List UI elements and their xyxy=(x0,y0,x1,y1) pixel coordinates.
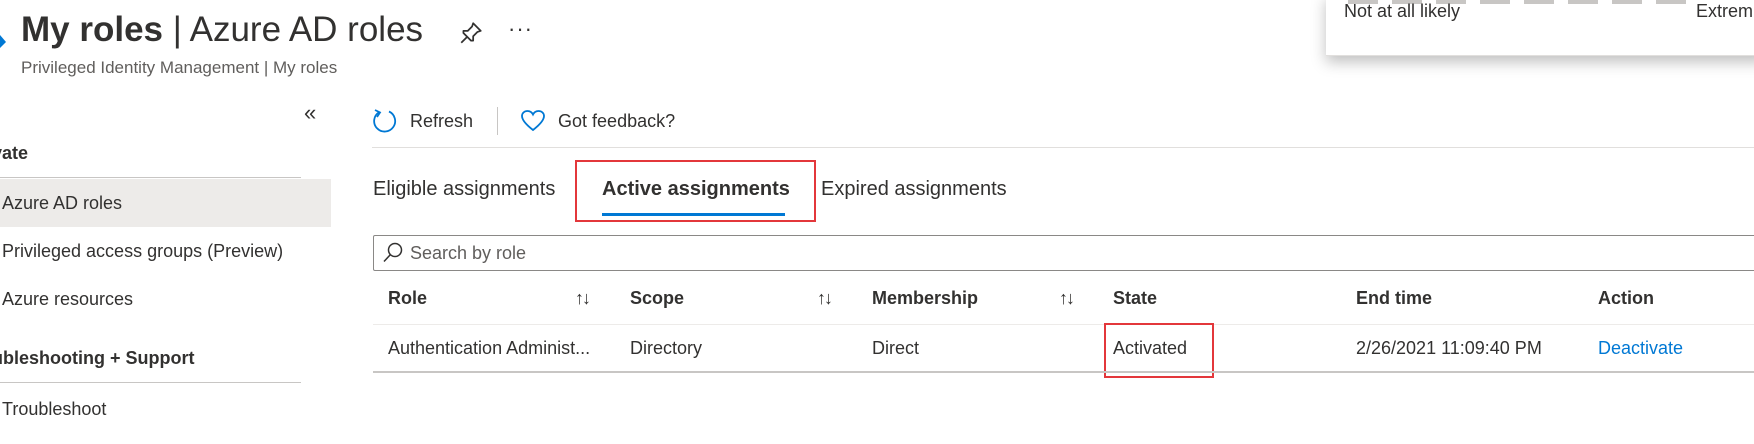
tab-eligible-assignments[interactable]: Eligible assignments xyxy=(373,178,555,201)
page-title: My roles | Azure AD roles xyxy=(21,10,423,50)
feedback-label: Got feedback? xyxy=(558,110,676,131)
column-header-scope[interactable]: Scope xyxy=(630,288,684,309)
sort-scope-icon[interactable]: ↑↓ xyxy=(817,288,833,309)
toolbar-separator xyxy=(497,107,499,135)
feedback-button[interactable]: Got feedback? xyxy=(520,109,675,133)
search-input[interactable] xyxy=(410,240,1210,266)
column-header-membership[interactable]: Membership xyxy=(872,288,978,309)
search-icon xyxy=(383,242,403,263)
refresh-icon xyxy=(373,109,396,133)
column-header-end-time: End time xyxy=(1356,288,1433,308)
sidebar-divider xyxy=(0,382,301,383)
collapse-sidebar-button[interactable]: « xyxy=(304,100,316,126)
cell-scope: Directory xyxy=(630,338,703,358)
sidebar-section-activate: vate xyxy=(0,143,29,163)
deactivate-link[interactable]: Deactivate xyxy=(1598,338,1683,359)
sidebar-section-troubleshooting: ubleshooting + Support xyxy=(0,348,195,368)
cell-membership: Direct xyxy=(872,338,920,358)
more-options-button[interactable]: ··· xyxy=(508,16,533,42)
sidebar-item-troubleshoot[interactable]: Troubleshoot xyxy=(0,385,331,433)
azure-logo-icon xyxy=(0,35,6,48)
search-box[interactable] xyxy=(373,235,1754,271)
column-header-action: Action xyxy=(1598,288,1654,308)
rating-low-label: Not at all likely xyxy=(1344,1,1461,21)
breadcrumb: Privileged Identity Management | My role… xyxy=(21,58,338,77)
sort-role-icon[interactable]: ↑↓ xyxy=(575,288,591,309)
heart-icon xyxy=(521,110,545,132)
table-header-divider xyxy=(373,324,1754,325)
sidebar-item-privileged-access-groups[interactable]: Privileged access groups (Preview) xyxy=(0,227,331,275)
sidebar-item-azure-resources[interactable]: Azure resources xyxy=(0,275,331,323)
toolbar-divider xyxy=(372,147,1754,148)
rating-high-label: Extrem xyxy=(1696,1,1754,21)
page-title-main: My roles xyxy=(21,10,163,49)
command-bar: Refresh Got feedback? xyxy=(372,104,675,138)
column-header-state: State xyxy=(1113,288,1158,308)
cell-role: Authentication Administ... xyxy=(388,338,591,358)
feedback-popup: Not at all likely Extrem xyxy=(1326,0,1754,56)
page-title-sub: | Azure AD roles xyxy=(163,10,424,49)
cell-end-time: 2/26/2021 11:09:40 PM xyxy=(1356,338,1542,358)
sidebar-item-azure-ad-roles[interactable]: Azure AD roles xyxy=(0,179,331,227)
highlight-box-tab xyxy=(575,160,816,222)
column-header-role[interactable]: Role xyxy=(388,288,427,309)
sidebar-divider xyxy=(0,177,301,178)
refresh-button[interactable]: Refresh xyxy=(372,108,473,134)
refresh-label: Refresh xyxy=(410,110,474,131)
tab-expired-assignments[interactable]: Expired assignments xyxy=(821,178,1007,201)
highlight-box-state xyxy=(1104,323,1214,378)
pin-icon[interactable] xyxy=(458,20,484,46)
sort-membership-icon[interactable]: ↑↓ xyxy=(1059,288,1075,309)
table-row-divider xyxy=(373,371,1754,373)
